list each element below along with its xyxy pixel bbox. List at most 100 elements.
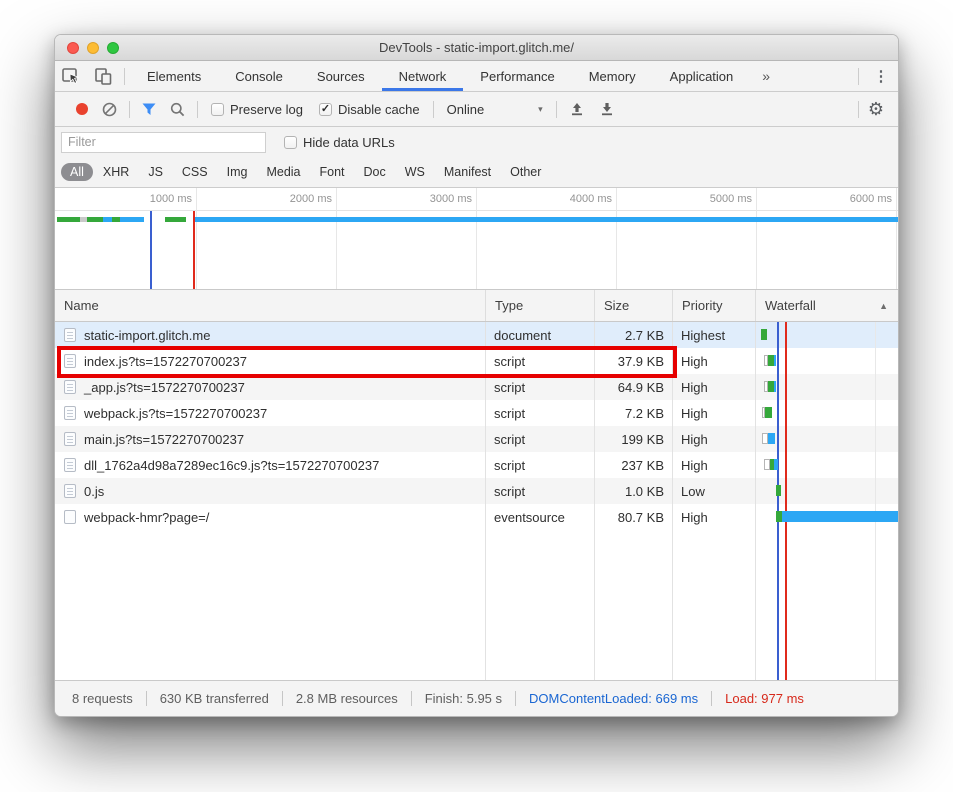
request-name-cell: index.js?ts=1572270700237 (55, 354, 485, 369)
network-request-row[interactable]: dll_1762a4d98a7289ec16c9.js?ts=157227070… (55, 452, 898, 478)
close-window-button[interactable] (67, 41, 79, 54)
tab-application[interactable]: Application (653, 61, 751, 91)
preserve-log-checkbox[interactable]: Preserve log (211, 102, 303, 117)
more-tabs-button[interactable]: » (750, 61, 782, 91)
overview-waterfall-segment (112, 217, 120, 222)
page: DevTools - static-import.glitch.me/ Elem… (0, 0, 953, 792)
checkbox-box[interactable] (284, 135, 297, 149)
request-name: webpack.js?ts=1572270700237 (84, 405, 268, 421)
type-filter-other[interactable]: Other (501, 163, 550, 181)
disable-cache-checkbox[interactable]: Disable cache (318, 102, 420, 117)
type-filter-manifest[interactable]: Manifest (435, 163, 500, 181)
request-type-cell: script (494, 431, 526, 447)
file-icon (64, 406, 76, 420)
checkbox-box[interactable] (211, 102, 224, 116)
zoom-window-button[interactable] (107, 41, 119, 54)
tab-sources[interactable]: Sources (300, 61, 382, 91)
record-icon (76, 103, 88, 115)
waterfall-segment-green (765, 407, 772, 418)
requests-table-body: static-import.glitch.me document 2.7 KB Hig… (55, 322, 898, 680)
devtools-menu-button[interactable]: ⋮ (864, 61, 898, 91)
type-filter-js[interactable]: JS (139, 163, 172, 181)
network-request-row[interactable]: index.js?ts=1572270700237 script 37.9 KB Hi… (55, 346, 898, 378)
request-name: dll_1762a4d98a7289ec16c9.js?ts=157227070… (84, 457, 380, 473)
request-name: index.js?ts=1572270700237 (84, 353, 248, 369)
request-priority-cell: High (681, 379, 708, 395)
record-network-log-button[interactable] (76, 103, 88, 115)
import-har-button[interactable] (569, 101, 585, 117)
tab-network[interactable]: Network (382, 61, 464, 91)
column-header-name[interactable]: Name (55, 290, 485, 321)
waterfall-segment-blue (774, 381, 776, 392)
network-request-row[interactable]: webpack-hmr?page=/ eventsource 80.7 KB High (55, 504, 898, 530)
filter-input[interactable] (61, 131, 266, 153)
network-request-row[interactable]: main.js?ts=1572270700237 script 199 KB High (55, 426, 898, 452)
type-filter-xhr[interactable]: XHR (94, 163, 138, 181)
overview-waterfall-segment (193, 217, 898, 222)
tab-console[interactable]: Console (218, 61, 300, 91)
tab-performance[interactable]: Performance (463, 61, 571, 91)
timeline-tick-label: 2000 ms (289, 193, 332, 205)
timeline-gridline (336, 188, 337, 289)
filter-row: Hide data URLs (55, 127, 898, 157)
overview-waterfall-segment (120, 217, 144, 222)
network-overview[interactable]: 1000 ms 2000 ms 3000 ms 4000 ms 5000 ms 6000 … (55, 188, 898, 290)
divider (555, 100, 557, 118)
divider (432, 100, 434, 118)
overview-waterfall-segment (80, 217, 87, 222)
type-filter-ws[interactable]: WS (396, 163, 434, 181)
column-header-priority[interactable]: Priority (672, 290, 755, 321)
filter-toggle-button[interactable] (142, 103, 156, 116)
request-priority-cell: High (681, 509, 708, 525)
timeline-gridline (756, 188, 757, 289)
request-name: _app.js?ts=1572270700237 (84, 379, 245, 395)
network-settings-button[interactable]: ⚙ (868, 99, 884, 120)
request-name-cell: main.js?ts=1572270700237 (55, 432, 485, 447)
file-icon (64, 354, 76, 368)
device-toolbar-icon (94, 67, 111, 85)
network-toolbar: Preserve log Disable cache Online ▾ (55, 92, 898, 127)
hide-data-urls-checkbox[interactable]: Hide data URLs (284, 135, 395, 150)
tab-elements[interactable]: Elements (130, 61, 218, 91)
request-type-cell: script (494, 457, 526, 473)
network-request-row[interactable]: _app.js?ts=1572270700237 script 64.9 KB Hig… (55, 374, 898, 400)
network-request-row[interactable]: webpack.js?ts=1572270700237 script 7.2 KB H… (55, 400, 898, 426)
search-button[interactable] (170, 102, 185, 117)
file-icon (64, 484, 76, 498)
request-priority-cell: Highest (681, 327, 726, 343)
request-type-cell: script (494, 483, 526, 499)
network-request-row[interactable]: 0.js script 1.0 KB Low (55, 478, 898, 504)
request-type-cell: eventsource (494, 509, 565, 525)
clear-network-log-button[interactable] (102, 102, 117, 117)
tab-memory[interactable]: Memory (572, 61, 653, 91)
status-item: 8 requests (72, 691, 133, 706)
minimize-window-button[interactable] (87, 41, 99, 54)
file-icon (64, 432, 76, 446)
column-header-type[interactable]: Type (485, 290, 594, 321)
device-toolbar-button[interactable] (87, 61, 119, 91)
overview-waterfall-segment (87, 217, 103, 222)
request-priority-cell: High (681, 431, 708, 447)
column-header-size[interactable]: Size (594, 290, 672, 321)
titlebar: DevTools - static-import.glitch.me/ (55, 35, 898, 61)
traffic-lights (67, 41, 119, 54)
type-filter-font[interactable]: Font (311, 163, 354, 181)
type-filter-all[interactable]: All (61, 163, 93, 181)
waterfall-segment-blue (768, 433, 775, 444)
column-header-waterfall[interactable]: Waterfall ▲ (755, 290, 898, 321)
network-request-row[interactable]: static-import.glitch.me document 2.7 KB Hig… (55, 322, 898, 348)
request-name: 0.js (84, 483, 105, 499)
type-filter-media[interactable]: Media (257, 163, 309, 181)
throttling-select[interactable]: Online ▾ (447, 102, 543, 117)
export-har-button[interactable] (599, 101, 615, 117)
panel-tabs: Elements Console Sources Network Performance… (130, 61, 750, 91)
sort-ascending-icon: ▲ (879, 300, 888, 311)
divider (129, 100, 130, 118)
checkbox-box[interactable] (318, 102, 332, 116)
type-filter-img[interactable]: Img (218, 163, 257, 181)
type-filter-css[interactable]: CSS (173, 163, 217, 181)
type-filter-doc[interactable]: Doc (355, 163, 395, 181)
request-size-cell: 64.9 KB (617, 379, 664, 395)
status-item: Load: 977 ms (725, 691, 804, 706)
inspect-element-button[interactable] (55, 61, 87, 91)
